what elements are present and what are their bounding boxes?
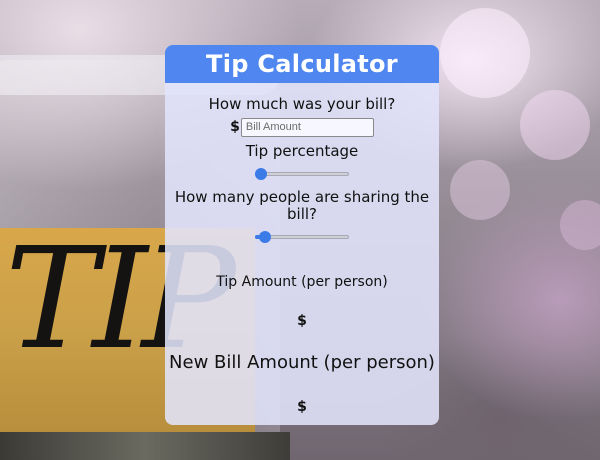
people-question: How many people are sharing the bill?: [174, 188, 430, 223]
tip-slider-track[interactable]: [255, 172, 349, 176]
people-slider-thumb[interactable]: [259, 231, 271, 243]
bill-question: How much was your bill?: [208, 95, 396, 113]
tip-percentage-label: Tip percentage: [245, 142, 359, 160]
page-title: Tip Calculator: [165, 45, 439, 83]
dollar-sign-icon: $: [230, 119, 240, 135]
tip-amount-value: $: [297, 313, 307, 329]
tip-amount-label: Tip Amount (per person): [216, 274, 388, 290]
tip-calculator-card: Tip Calculator How much was your bill? $…: [165, 45, 439, 425]
bill-amount-input[interactable]: [240, 117, 374, 137]
tip-percentage-slider[interactable]: [255, 168, 349, 180]
jar-coins: [0, 432, 290, 460]
new-bill-value: $: [297, 399, 307, 415]
people-count-slider[interactable]: [255, 231, 349, 243]
bill-input-row: $: [165, 117, 439, 137]
new-bill-label: New Bill Amount (per person): [169, 352, 435, 373]
tip-slider-thumb[interactable]: [255, 168, 267, 180]
